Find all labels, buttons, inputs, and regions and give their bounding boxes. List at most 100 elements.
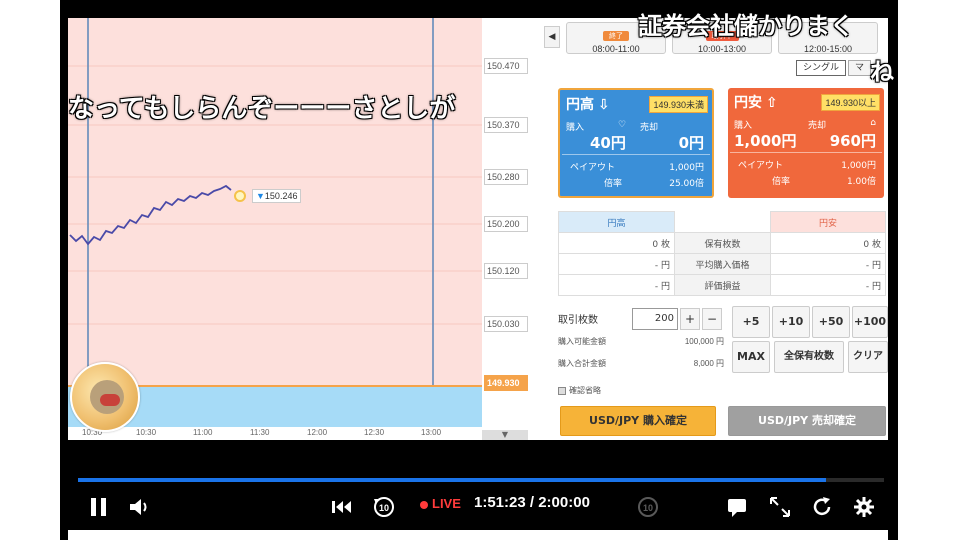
left-letterbox bbox=[60, 0, 68, 540]
pause-icon bbox=[91, 498, 106, 516]
x-tick: 12:00 bbox=[307, 428, 328, 437]
comment-icon bbox=[728, 499, 746, 517]
buy-price: 1,000円 bbox=[734, 132, 797, 150]
bell-icon: ⌂ bbox=[870, 118, 876, 128]
buy-label: 購入 bbox=[566, 123, 585, 133]
rate-label: 倍率 bbox=[604, 179, 623, 189]
card-title: 円高 bbox=[566, 97, 594, 113]
volume-button[interactable] bbox=[128, 496, 152, 518]
positions-header-up: 円高 bbox=[558, 211, 675, 233]
live-indicator[interactable]: LIVE bbox=[420, 496, 461, 511]
live-dot bbox=[420, 500, 428, 509]
rewind-10-button[interactable]: 10 bbox=[372, 495, 396, 519]
reload-button[interactable] bbox=[810, 495, 834, 519]
single-mode-button[interactable]: シングル bbox=[796, 60, 847, 76]
decrement-button[interactable]: − bbox=[702, 308, 722, 330]
avg-price-down: - 円 bbox=[770, 253, 886, 275]
payout-label: ペイアウト bbox=[570, 163, 616, 173]
held-up: 0 枚 bbox=[558, 232, 675, 254]
x-tick: 11:00 bbox=[193, 428, 213, 437]
increment-button[interactable]: + bbox=[680, 308, 700, 330]
skip-to-start-button[interactable] bbox=[330, 497, 354, 517]
refresh-icon bbox=[813, 497, 831, 516]
tab-range: 12:00-15:00 bbox=[803, 44, 853, 54]
gear-icon bbox=[854, 497, 874, 517]
x-tick: 12:30 bbox=[364, 428, 385, 437]
sell-confirm-button[interactable]: USD/JPY 売却確定 bbox=[728, 406, 886, 436]
rate-value: 25.00倍 bbox=[669, 179, 704, 189]
fullscreen-button[interactable] bbox=[768, 495, 792, 519]
y-tick: 150.120 bbox=[484, 263, 528, 279]
add-100-button[interactable]: +100 bbox=[852, 306, 888, 338]
x-tick: 13:00 bbox=[421, 428, 442, 437]
max-button[interactable]: MAX bbox=[732, 341, 770, 373]
playback-time: 1:51:23 / 2:00:00 bbox=[474, 494, 590, 511]
svg-text:10: 10 bbox=[379, 503, 389, 513]
avg-price-up: - 円 bbox=[558, 253, 675, 275]
stream-stage: ▼150.246 10:30 10:30 11:00 11:30 12:00 1… bbox=[0, 0, 960, 540]
held-down: 0 枚 bbox=[770, 232, 886, 254]
table-row: 0 枚 保有枚数 0 枚 bbox=[558, 232, 886, 254]
tab-range: 10:00-13:00 bbox=[697, 44, 747, 54]
table-row: - 円 平均購入価格 - 円 bbox=[558, 253, 886, 275]
seek-bar[interactable] bbox=[78, 478, 884, 482]
strike-price: 149.930以上 bbox=[821, 94, 880, 111]
price-line bbox=[69, 184, 232, 246]
buy-price: 40円 bbox=[590, 134, 626, 152]
add-50-button[interactable]: +50 bbox=[812, 306, 850, 338]
settings-button[interactable] bbox=[852, 495, 876, 519]
y-axis: 150.470 150.370 150.280 150.200 150.120 … bbox=[482, 18, 542, 440]
payout-value: 1,000円 bbox=[841, 161, 876, 171]
skip-back-icon bbox=[332, 501, 351, 513]
forward-10-icon: 10 bbox=[638, 497, 658, 517]
positions-header-spacer bbox=[674, 211, 771, 233]
row-label: 評価損益 bbox=[674, 274, 771, 296]
heart-icon: ♡ bbox=[618, 120, 627, 130]
up-arrow-icon: ⇧ bbox=[766, 95, 778, 111]
channel-avatar[interactable] bbox=[70, 362, 140, 432]
rate-value: 1.00倍 bbox=[846, 177, 876, 187]
scroll-down-icon[interactable]: ▼ bbox=[482, 430, 528, 440]
total-value: 8,000 円 bbox=[693, 359, 724, 368]
card-title: 円安 bbox=[734, 95, 762, 111]
y-tick: 150.200 bbox=[484, 216, 528, 232]
tab-range: 08:00-11:00 bbox=[592, 44, 640, 54]
table-row: - 円 評価損益 - 円 bbox=[558, 274, 886, 296]
payout-value: 1,000円 bbox=[669, 163, 704, 173]
chart-plot bbox=[68, 18, 482, 427]
sell-price: 0円 bbox=[678, 134, 704, 152]
seek-bar-fill bbox=[78, 478, 826, 482]
pause-button[interactable] bbox=[88, 496, 110, 518]
current-price-label: 149.930 bbox=[484, 375, 528, 391]
tab-badge: 終了 bbox=[603, 31, 629, 41]
payout-label: ペイアウト bbox=[738, 161, 784, 171]
positions-table: 円高 円安 0 枚 保有枚数 0 枚 - 円 平均購入価格 - 円 - 円 評価… bbox=[558, 211, 886, 296]
buy-confirm-button[interactable]: USD/JPY 購入確定 bbox=[560, 406, 716, 436]
clear-button[interactable]: クリア bbox=[848, 341, 888, 373]
multi-mode-button[interactable]: マ bbox=[848, 60, 872, 76]
sell-label: 売却 bbox=[808, 121, 827, 131]
prev-tab-icon[interactable]: ◀ bbox=[544, 26, 560, 48]
yen-low-card[interactable]: 円安 ⇧ 149.930以上 購入 売却 ⌂ 1,000円 960円 ペイアウト … bbox=[728, 88, 884, 198]
comments-toggle-button[interactable] bbox=[726, 496, 748, 518]
add-5-button[interactable]: +5 bbox=[732, 306, 770, 338]
yen-high-card[interactable]: 円高 ⇩ 149.930未満 購入 ♡ 売却 40円 0円 ペイアウト 1,000… bbox=[558, 88, 714, 198]
comment-top-right-2: ね bbox=[870, 58, 894, 86]
current-price-tag: ▼150.246 bbox=[252, 189, 302, 203]
y-tick: 150.280 bbox=[484, 169, 528, 185]
divider bbox=[730, 152, 882, 153]
video-area[interactable]: ▼150.246 10:30 10:30 11:00 11:30 12:00 1… bbox=[68, 18, 888, 440]
skip-confirm-checkbox[interactable]: 確認省略 bbox=[558, 385, 601, 396]
current-price-marker bbox=[234, 190, 246, 202]
y-tick: 150.370 bbox=[484, 117, 528, 133]
quantity-input[interactable]: 200 bbox=[632, 308, 678, 330]
trade-panel: ◀ 終了 08:00-11:00 取引中 10:00-13:00 12:00-1… bbox=[542, 18, 888, 440]
all-held-button[interactable]: 全保有枚数 bbox=[774, 341, 844, 373]
checkbox-icon bbox=[558, 386, 566, 395]
positions-header-down: 円安 bbox=[770, 211, 886, 233]
price-chart: ▼150.246 10:30 10:30 11:00 11:30 12:00 1… bbox=[68, 18, 482, 440]
add-10-button[interactable]: +10 bbox=[772, 306, 810, 338]
total-label: 購入合計金額 bbox=[558, 359, 606, 368]
live-label: LIVE bbox=[432, 496, 461, 511]
divider bbox=[562, 154, 710, 155]
